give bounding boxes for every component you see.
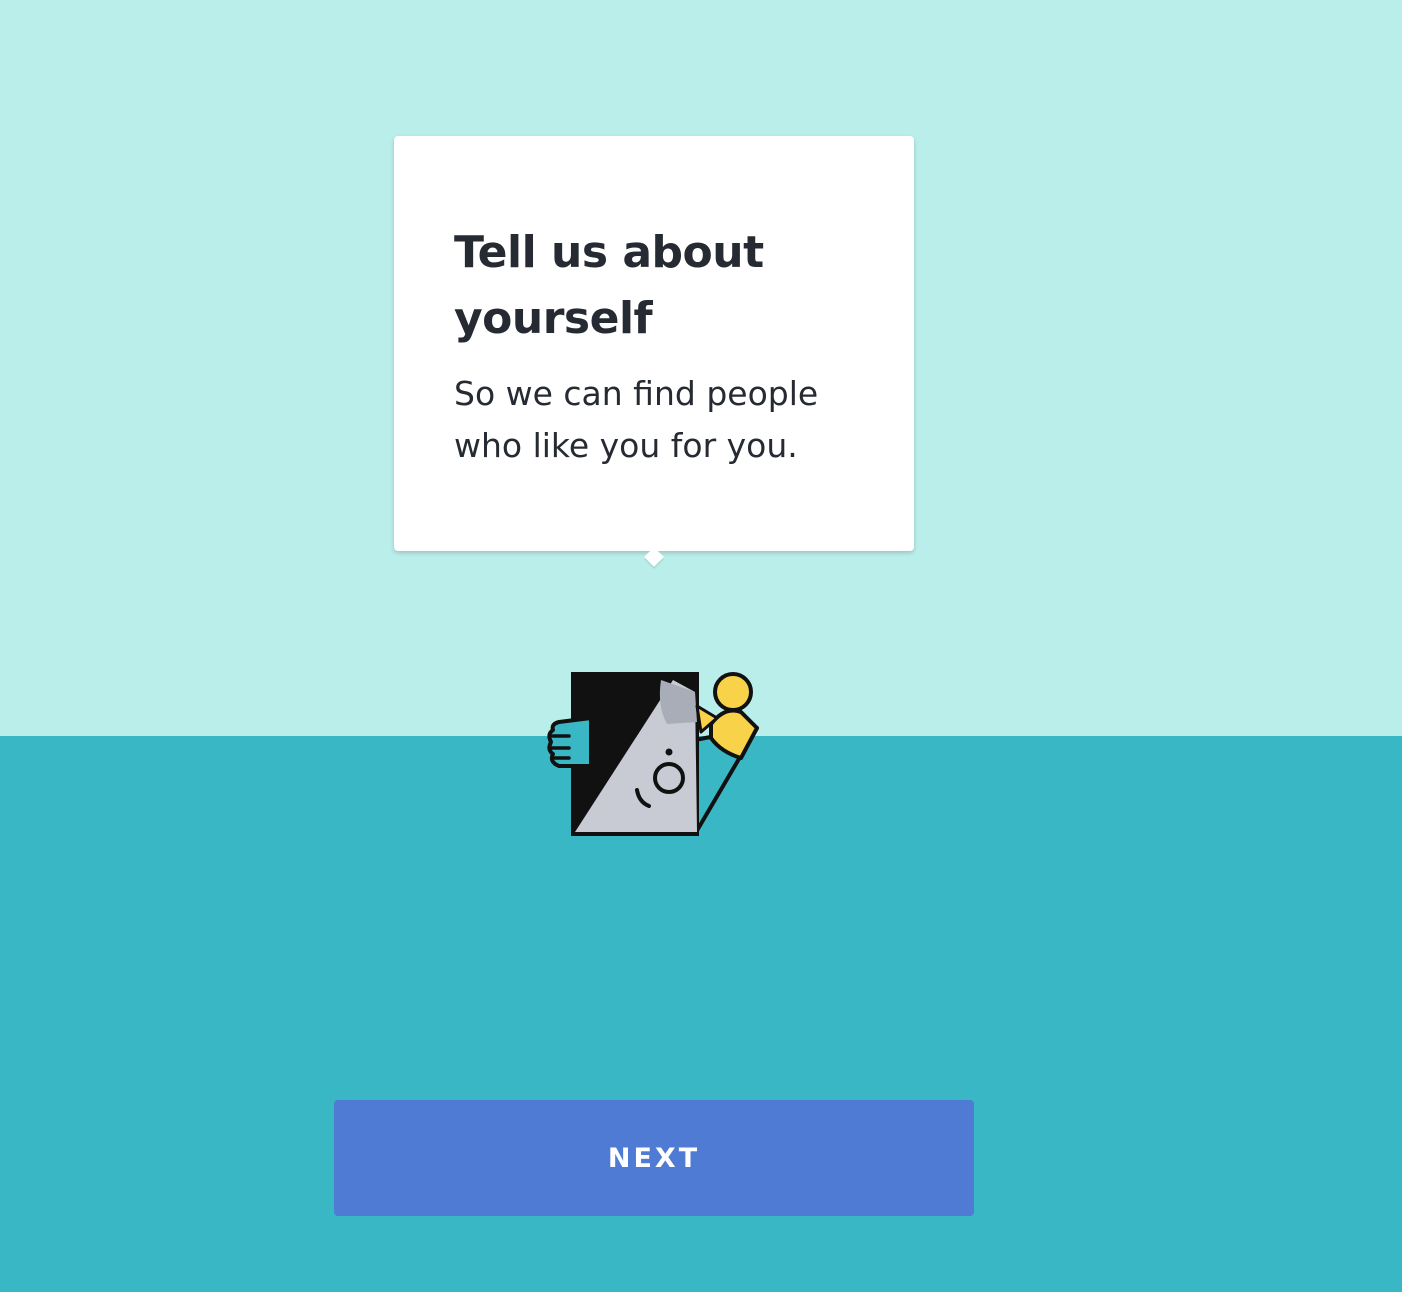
tooltip-title: Tell us about yourself [454, 227, 764, 344]
character-holding-profile-card-icon [545, 666, 765, 842]
onboarding-tooltip: Tell us about yourself So we can find pe… [394, 136, 914, 551]
next-button[interactable]: NEXT [334, 1100, 974, 1216]
tooltip-subtitle: So we can find people who like you for y… [454, 374, 819, 465]
